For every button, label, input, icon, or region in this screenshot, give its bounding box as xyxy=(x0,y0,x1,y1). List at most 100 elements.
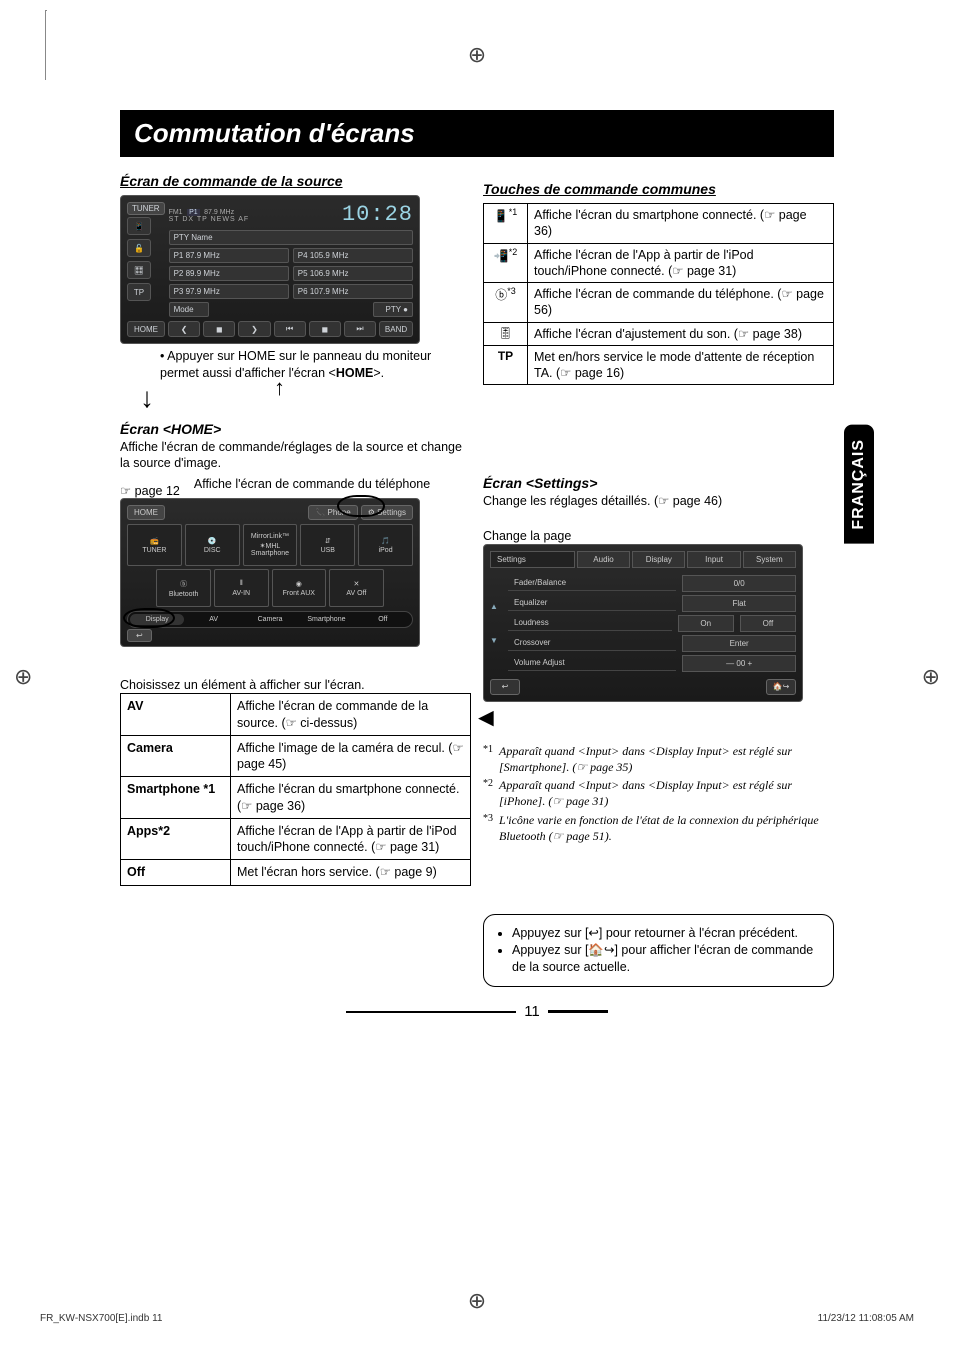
side-smartphone-icon[interactable]: 📱 xyxy=(127,217,151,235)
settings-back-button[interactable]: ↩ xyxy=(490,679,520,695)
side-lock-icon[interactable]: 🔓 xyxy=(127,239,151,257)
tuner-screen: TUNER 📱 🔓 🎛 TP FM1 P1 87.9 MHz ST xyxy=(120,195,420,344)
settings-screen-heading: Écran <Settings> xyxy=(483,475,834,491)
registration-mark-top: ⊕ xyxy=(468,42,486,68)
settings-screen: Settings Audio Display Input System ▲ ▼ … xyxy=(483,544,803,702)
settings-screen-desc: Change les réglages détaillés. (☞ page 4… xyxy=(483,493,834,509)
cmd-icon-app: 📲*2 xyxy=(484,243,528,283)
opt-off-key: Off xyxy=(121,860,231,885)
tab-smartphone[interactable]: Smartphone xyxy=(299,614,353,625)
preset-5[interactable]: P5 106.9 MHz xyxy=(293,266,413,281)
cmd-icon-smartphone: 📱*1 xyxy=(484,204,528,244)
scroll-up-icon[interactable]: ▲ xyxy=(490,602,504,611)
current-frequency: 87.9 MHz xyxy=(204,209,234,216)
phone-highlight-oval xyxy=(337,495,385,517)
pty-name: PTY Name xyxy=(169,230,413,245)
source-avoff[interactable]: ✕AV Off xyxy=(329,569,384,607)
footer-left: FR_KW-NSX700[E].indb 11 xyxy=(40,1313,162,1324)
source-usb[interactable]: ⇵USB xyxy=(300,524,355,566)
row-vol-val[interactable]: — 00 + xyxy=(682,655,796,672)
opt-camera-key: Camera xyxy=(121,735,231,777)
display-options-table: AVAffiche l'écran de commande de la sour… xyxy=(120,693,471,885)
cmd-icon-sound: 🎚 xyxy=(484,322,528,345)
settings-tab-system[interactable]: System xyxy=(743,551,796,568)
settings-tab-audio[interactable]: Audio xyxy=(577,551,630,568)
cmd-text-smartphone: Affiche l'écran du smartphone connecté. … xyxy=(528,204,834,244)
source-avin[interactable]: ⦀AV-IN xyxy=(214,569,269,607)
tab-camera[interactable]: Camera xyxy=(243,614,297,625)
tuner-flags: ST DX TP NEWS AF xyxy=(169,216,250,223)
source-frontaux[interactable]: ◉Front AUX xyxy=(272,569,327,607)
opt-camera-val: Affiche l'image de la caméra de recul. (… xyxy=(231,735,471,777)
settings-tab-input[interactable]: Input xyxy=(687,551,740,568)
source-bluetooth[interactable]: ⓑBluetooth xyxy=(156,569,211,607)
back-button[interactable]: ↩ xyxy=(127,629,152,642)
play-button[interactable]: ◼ xyxy=(309,321,341,337)
scroll-down-icon[interactable]: ▼ xyxy=(490,636,504,645)
source-screen-heading: Écran de commande de la source xyxy=(120,173,471,189)
next-folder-button[interactable]: ❯ xyxy=(238,321,270,337)
settings-source-button[interactable]: 🏠↪ xyxy=(766,679,796,695)
registration-mark-left: ⊕ xyxy=(14,664,32,690)
home-screen: HOME 📞 Phone ⚙ Settings 📻TUNER 💿DISC Mir… xyxy=(120,498,420,647)
display-highlight-oval xyxy=(123,608,175,628)
cmd-text-bluetooth: Affiche l'écran de commande du téléphone… xyxy=(528,283,834,323)
home-screen-heading: Écran <HOME> xyxy=(120,421,471,437)
opt-apps-val: Affiche l'écran de l'App à partir de l'i… xyxy=(231,818,471,860)
next-track-button[interactable]: ⏭ xyxy=(344,321,376,337)
prev-folder-button[interactable]: ❮ xyxy=(168,321,200,337)
opt-smartphone-val: Affiche l'écran du smartphone connecté. … xyxy=(231,777,471,819)
tab-av[interactable]: AV xyxy=(186,614,240,625)
side-tp-button[interactable]: TP xyxy=(127,283,151,301)
band-button[interactable]: BAND xyxy=(379,321,413,337)
prev-track-button[interactable]: ⏮ xyxy=(274,321,306,337)
row-vol-label[interactable]: Volume Adjust xyxy=(508,655,676,671)
tab-off[interactable]: Off xyxy=(356,614,410,625)
cmd-icon-bluetooth: ⓑ*3 xyxy=(484,283,528,323)
home-screen-desc: Affiche l'écran de commande/réglages de … xyxy=(120,439,471,472)
page-number: 11 xyxy=(120,1003,834,1020)
tip-back: Appuyez sur [↩] pour retourner à l'écran… xyxy=(512,925,821,942)
cmd-icon-tp: TP xyxy=(484,345,528,385)
preset-3[interactable]: P3 97.9 MHz xyxy=(169,284,289,299)
change-page-label: Change la page xyxy=(483,528,834,544)
row-loud-off[interactable]: Off xyxy=(740,615,796,632)
pty-button[interactable]: PTY ● xyxy=(373,302,413,317)
preset-2[interactable]: P2 89.9 MHz xyxy=(169,266,289,281)
preset-4[interactable]: P4 105.9 MHz xyxy=(293,248,413,263)
clock: 10:28 xyxy=(342,202,413,227)
row-cross-label[interactable]: Crossover xyxy=(508,635,676,651)
side-sound-icon[interactable]: 🎛 xyxy=(127,261,151,279)
opt-smartphone-key: Smartphone *1 xyxy=(121,777,231,819)
source-ipod[interactable]: 🎵iPod xyxy=(358,524,413,566)
source-badge[interactable]: TUNER xyxy=(127,202,165,215)
opt-av-key: AV xyxy=(121,694,231,736)
source-mirrorlink[interactable]: MirrorLink™✶MHL Smartphone xyxy=(243,524,298,566)
row-fader-label[interactable]: Fader/Balance xyxy=(508,575,676,591)
band-label: FM1 xyxy=(169,209,183,216)
mode-button[interactable]: Mode xyxy=(169,302,209,317)
source-tuner[interactable]: 📻TUNER xyxy=(127,524,182,566)
row-eq-val[interactable]: Flat xyxy=(682,595,796,612)
row-loud-label[interactable]: Loudness xyxy=(508,615,672,631)
arrow-down-icon: ↓ xyxy=(140,390,154,407)
common-touches-table: 📱*1 Affiche l'écran du smartphone connec… xyxy=(483,203,834,385)
cmd-text-tp: Met en/hors service le mode d'attente de… xyxy=(528,345,834,385)
home-title: HOME xyxy=(127,505,165,520)
opt-av-val: Affiche l'écran de commande de la source… xyxy=(231,694,471,736)
home-button[interactable]: HOME xyxy=(127,321,165,337)
row-loud-on[interactable]: On xyxy=(678,615,734,632)
settings-tab-display[interactable]: Display xyxy=(632,551,685,568)
row-fader-val[interactable]: 0/0 xyxy=(682,575,796,592)
cmd-text-app: Affiche l'écran de l'App à partir de l'i… xyxy=(528,243,834,283)
preset-6[interactable]: P6 107.9 MHz xyxy=(293,284,413,299)
stop-button[interactable]: ◼ xyxy=(203,321,235,337)
source-disc[interactable]: 💿DISC xyxy=(185,524,240,566)
home-note: • Appuyer sur HOME sur le panneau du mon… xyxy=(160,348,471,382)
tip-source: Appuyez sur [🏠↪] pour afficher l'écran d… xyxy=(512,942,821,976)
registration-mark-right: ⊕ xyxy=(922,664,940,690)
row-eq-label[interactable]: Equalizer xyxy=(508,595,676,611)
row-cross-val[interactable]: Enter xyxy=(682,635,796,652)
language-tab: FRANÇAIS xyxy=(844,425,874,544)
preset-1[interactable]: P1 87.9 MHz xyxy=(169,248,289,263)
